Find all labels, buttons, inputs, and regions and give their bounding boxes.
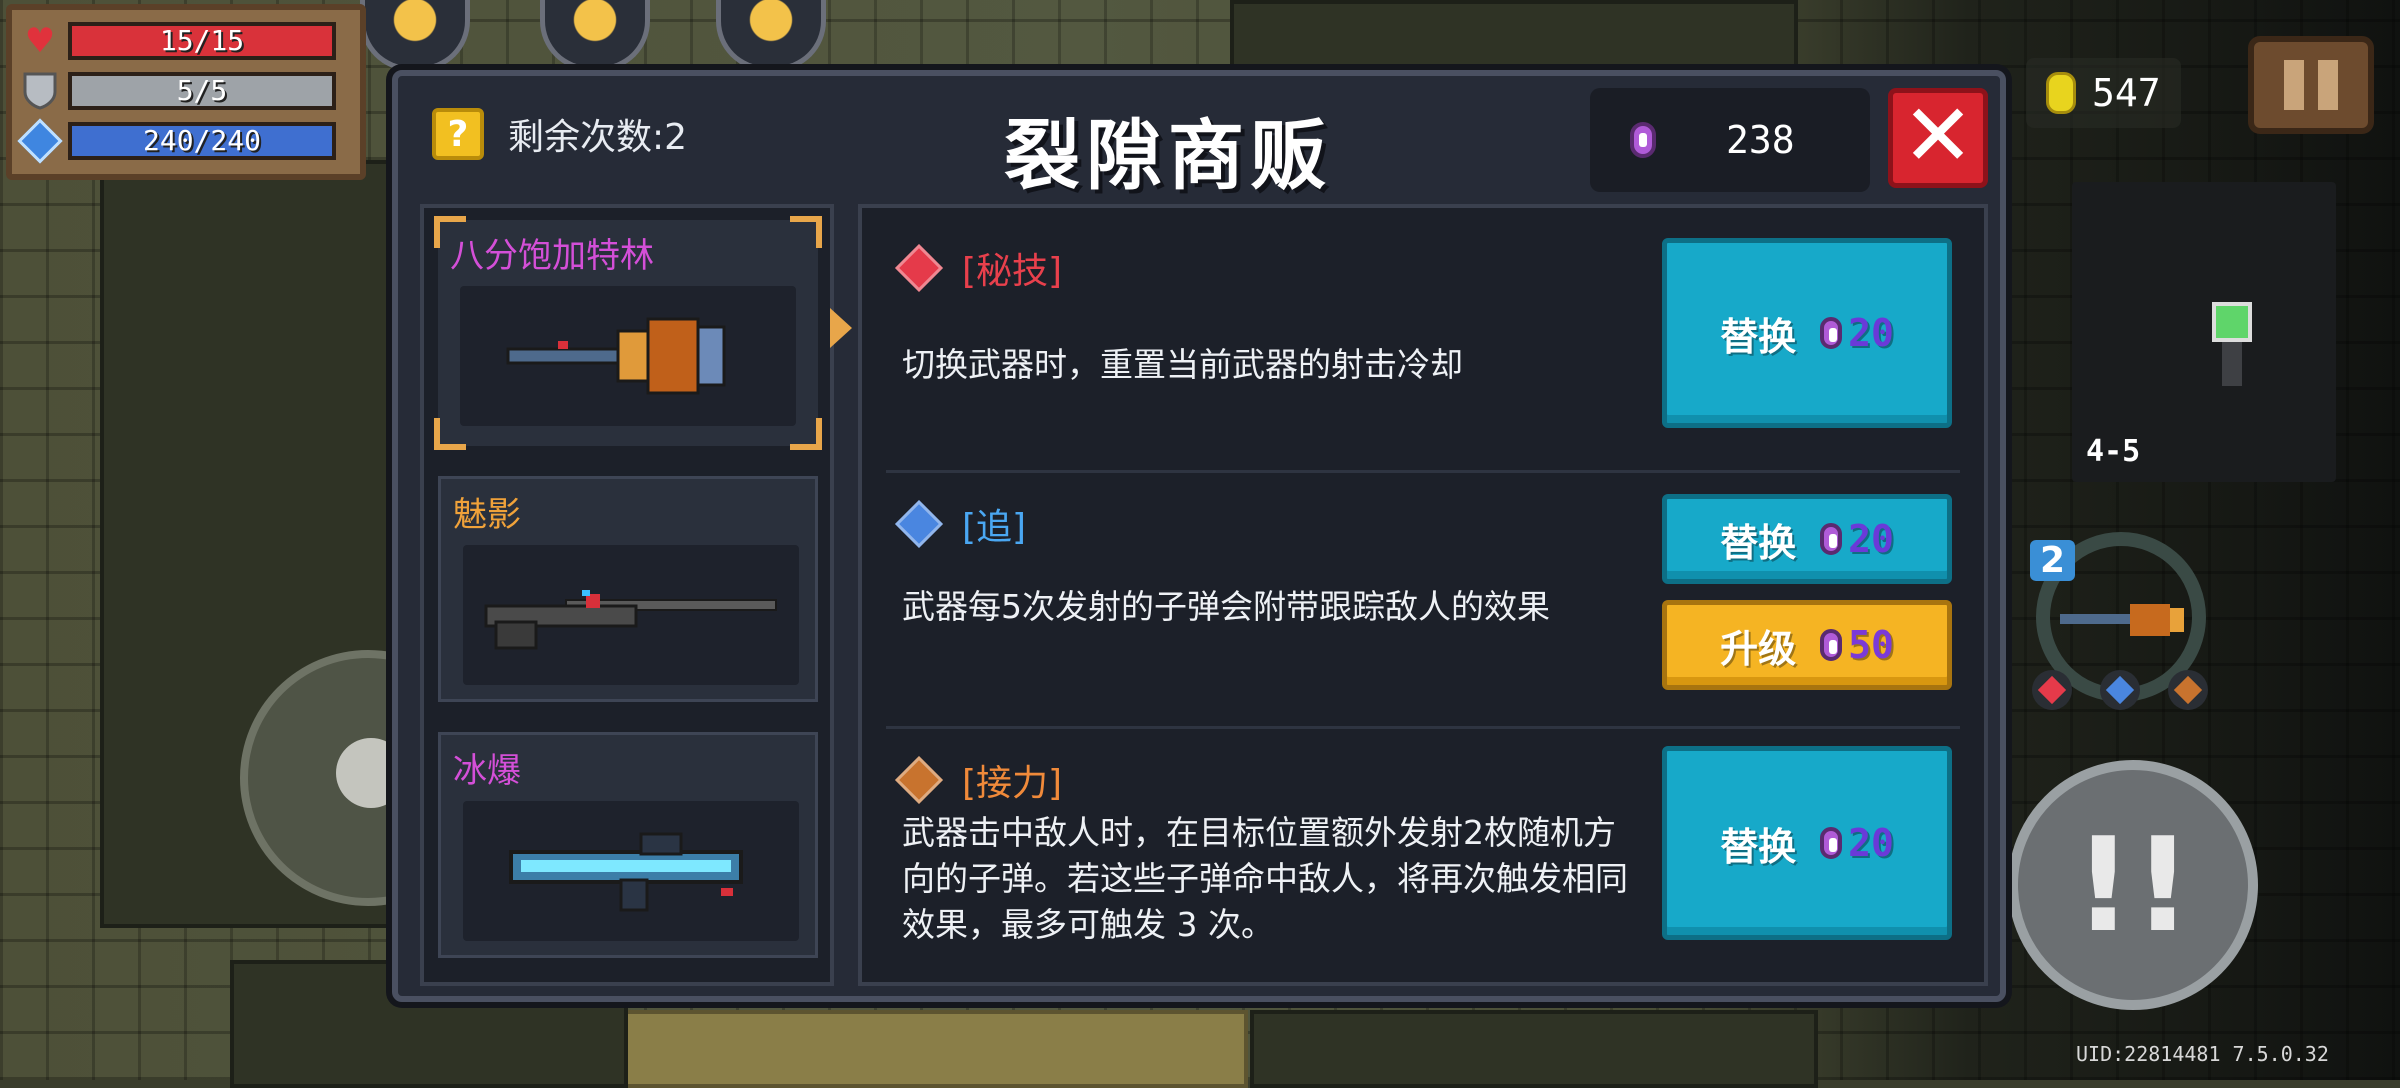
minimap-corridor (2222, 342, 2242, 386)
purple-gem-icon (1820, 827, 1843, 859)
divider (886, 726, 1960, 729)
armor-bar: 5/5 (68, 72, 336, 110)
hp-bar: 15/15 (68, 22, 336, 60)
purple-gem-icon (1820, 523, 1843, 555)
effect-tag-label: [接力] (962, 763, 1063, 804)
pause-icon (2318, 60, 2338, 110)
coin-value: 547 (2092, 71, 2161, 115)
gatling-icon (2060, 604, 2184, 636)
remaining-count: ? 剩余次数:2 (432, 108, 687, 160)
armor-value: 5/5 (176, 74, 228, 107)
weapon-name: 冰爆 (453, 751, 521, 791)
blue-gem-slot-icon (2100, 670, 2140, 710)
armor-row: 5/5 (20, 66, 352, 116)
gem-counter: 238 (1590, 88, 1870, 192)
level-label: 4-5 (2086, 434, 2141, 469)
skill-button[interactable]: !! (2008, 760, 2258, 1010)
effect-tag: [秘技] (894, 242, 1063, 294)
purple-gem-icon (1630, 122, 1656, 158)
hp-row: ♥ 15/15 (20, 16, 352, 66)
weapon-slot-count: 2 (2030, 540, 2076, 581)
gem-value: 238 (1726, 118, 1795, 162)
purple-gem-icon (1820, 629, 1843, 661)
cost-value: 20 (1848, 517, 1894, 561)
replace-button[interactable]: 替换 20 (1662, 494, 1952, 584)
coin-icon (2046, 72, 2076, 114)
orange-gem-slot-icon (2168, 670, 2208, 710)
effect-tag: [接力] (894, 754, 1063, 806)
replace-button[interactable]: 替换 20 (1662, 238, 1952, 428)
upgrade-button[interactable]: 升级 50 (1662, 600, 1952, 690)
skill-icon: !! (2073, 809, 2193, 961)
coin-counter: 547 (2026, 58, 2181, 128)
effect-relay: [接力] 武器击中敌人时，在目标位置额外发射2枚随机方向的子弹。若这些子弹命中敌… (862, 730, 1984, 982)
effect-description: 切换武器时，重置当前武器的射击冷却 (902, 345, 1463, 384)
weapon-name: 八分饱加特林 (450, 236, 654, 276)
effect-tag-label: [秘技] (962, 251, 1063, 292)
upgrade-label: 升级 (1720, 626, 1797, 671)
energy-bar: 240/240 (68, 122, 336, 160)
pause-icon (2284, 60, 2304, 110)
minimap[interactable]: 4-5 (2072, 182, 2336, 482)
minimap-room-icon (2212, 302, 2252, 342)
remaining-label: 剩余次数:2 (508, 117, 688, 158)
replace-label: 替换 (1720, 824, 1797, 869)
ice-burst-weapon-icon (463, 801, 799, 941)
shield-icon (20, 71, 60, 111)
blue-gem-icon (894, 499, 944, 549)
selection-corner (790, 216, 822, 248)
heart-icon: ♥ (24, 21, 56, 61)
dialog-title: 裂隙商贩 (1004, 111, 1332, 200)
cost-value: 20 (1848, 821, 1894, 865)
weapon-effects-panel: [秘技] 切换武器时，重置当前武器的射击冷却 替换 20 [追] 武器每5次发射… (858, 204, 1988, 986)
weapon-card-phantom[interactable]: 魅影 (438, 476, 818, 702)
replace-label: 替换 (1720, 314, 1797, 359)
weapon-card-ice-burst[interactable]: 冰爆 (438, 732, 818, 958)
cost-value: 50 (1848, 623, 1894, 667)
question-icon[interactable]: ? (432, 108, 484, 160)
selection-arrow-icon (830, 308, 852, 348)
effect-tag-label: [追] (962, 507, 1027, 548)
cost-value: 20 (1848, 311, 1894, 355)
weapon-card-gatling[interactable]: 八分饱加特林 (434, 216, 822, 450)
effect-tag: [追] (894, 498, 1027, 550)
rift-merchant-dialog: ? 剩余次数:2 裂隙商贩 238 ✕ 八分饱加特林 魅影 冰爆 [秘技] 切换… (392, 70, 2006, 1002)
gatling-weapon-icon (460, 286, 796, 426)
divider (886, 470, 1960, 473)
orange-gem-icon (894, 755, 944, 805)
effect-secret-technique: [秘技] 切换武器时，重置当前武器的射击冷却 替换 20 (862, 208, 1984, 468)
effect-tracking: [追] 武器每5次发射的子弹会附带跟踪敌人的效果 替换 20 升级 50 (862, 474, 1984, 734)
replace-button[interactable]: 替换 20 (1662, 746, 1952, 940)
energy-gem-icon (17, 118, 63, 164)
phantom-weapon-icon (463, 545, 799, 685)
effect-description: 武器击中敌人时，在目标位置额外发射2枚随机方向的子弹。若这些子弹命中敌人，将再次… (902, 813, 1628, 944)
red-gem-slot-icon (2032, 670, 2072, 710)
red-gem-icon (894, 243, 944, 293)
weapon-list: 八分饱加特林 魅影 冰爆 (420, 204, 834, 986)
close-button[interactable]: ✕ (1888, 88, 1988, 188)
dungeon-floor (620, 1010, 1248, 1088)
pause-button[interactable] (2248, 36, 2374, 134)
dungeon-wall (1230, 0, 1798, 68)
purple-gem-icon (1820, 317, 1843, 349)
energy-row: 240/240 (17, 116, 352, 166)
player-stats-panel: ♥ 15/15 5/5 240/240 (6, 4, 366, 180)
hp-value: 15/15 (159, 24, 245, 57)
energy-value: 240/240 (142, 124, 261, 157)
replace-label: 替换 (1720, 520, 1797, 565)
weapon-name: 魅影 (453, 495, 521, 535)
uid-version-label: UID:22814481 7.5.0.32 (2076, 1042, 2329, 1066)
effect-description: 武器每5次发射的子弹会附带跟踪敌人的效果 (902, 587, 1550, 626)
dungeon-wall (1250, 1010, 1818, 1088)
